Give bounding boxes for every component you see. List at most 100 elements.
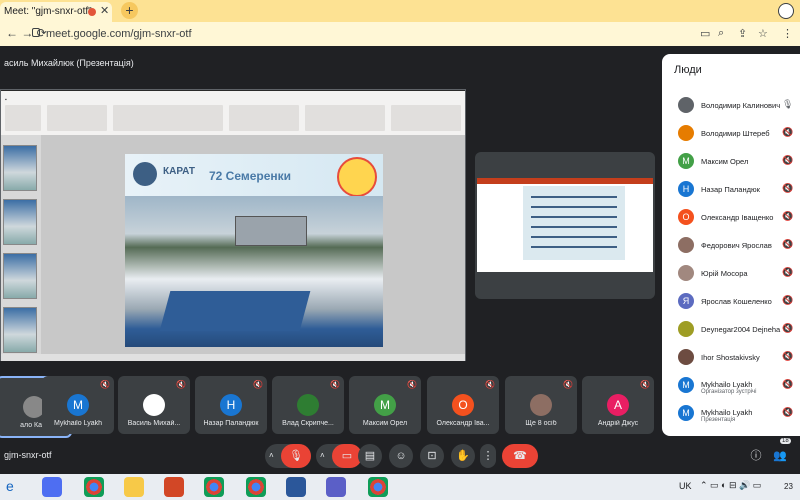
secondary-slide	[523, 186, 625, 260]
edge-icon[interactable]: e	[6, 478, 14, 494]
url-field[interactable]: meet.google.com/gjm-snxr-otf	[46, 28, 192, 40]
mic-status-icon[interactable]: 🔇	[782, 127, 793, 138]
meeting-code: gjm-snxr-otf	[4, 450, 52, 460]
mic-status-icon[interactable]: 🔇	[782, 323, 793, 334]
taskbar: e UK ⌃ ▭ ◐ ⊟ 🔊 ▭ 23	[0, 474, 800, 500]
more-dots-icon: ⋮	[482, 450, 494, 462]
emblem-icon	[337, 157, 377, 197]
participant-row[interactable]: Я Ярослав Кошеленко 🔇	[662, 288, 800, 316]
participant-tile[interactable]: О 🔇 Олександр Іва...	[427, 376, 499, 434]
participant-role: Організатор зустрічі	[701, 389, 757, 395]
mic-status-icon[interactable]: 🔇	[782, 379, 793, 390]
avatar	[678, 349, 694, 365]
mic-status-icon[interactable]: 🔇	[782, 267, 793, 278]
captions-button[interactable]: ▤	[358, 444, 382, 468]
participant-tile[interactable]: Н 🔇 Назар Паландюк	[195, 376, 267, 434]
powerpoint-icon[interactable]	[164, 477, 184, 497]
slide-thumbnail[interactable]	[3, 199, 37, 245]
mic-options-chevron-icon[interactable]: ˄	[269, 444, 274, 468]
mic-status-icon[interactable]: 🔇	[782, 295, 793, 306]
participant-row[interactable]: M Mykhailo Lyakh Організатор зустрічі 🔇	[662, 372, 800, 400]
tile-name: Влад Скрипче...	[282, 420, 334, 427]
bookmark-star-icon[interactable]: ☆	[758, 27, 768, 40]
slide-thumbnail[interactable]	[3, 253, 37, 299]
slide-thumbnail[interactable]	[3, 307, 37, 353]
participant-tile[interactable]: 🔇 Ще 8 осіб	[505, 376, 577, 434]
participant-row[interactable]: Deynegar2004 Dejneha 🔇	[662, 316, 800, 344]
participant-row[interactable]: Юрій Мосора 🔇	[662, 260, 800, 288]
slide-thumbnails	[1, 135, 41, 355]
mic-status-icon[interactable]: 🔇	[782, 407, 793, 418]
share-icon[interactable]: ⇪	[738, 27, 747, 40]
site-photo	[125, 196, 383, 347]
mic-status-icon[interactable]: 🔇	[782, 239, 793, 250]
participant-name: Олександр Іващенко	[701, 213, 774, 222]
participant-row[interactable]: Володимир Штереб 🔇	[662, 120, 800, 148]
participant-tile[interactable]: 🔇 Василь Михай...	[118, 376, 190, 434]
present-button[interactable]: ⊡	[420, 444, 444, 468]
leave-call-button[interactable]: ☎	[502, 444, 538, 468]
chrome-window-icon[interactable]	[368, 477, 388, 497]
camera-button-group[interactable]: ˄ ▭	[316, 444, 362, 468]
participant-row[interactable]: Федорович Ярослав 🔇	[662, 232, 800, 260]
tab-close-icon[interactable]: ✕	[100, 4, 109, 17]
file-explorer-icon[interactable]	[124, 477, 144, 497]
participant-row[interactable]: M Максим Орел 🔇	[662, 148, 800, 176]
account-icon[interactable]	[778, 3, 794, 19]
participant-tile[interactable]: M 🔇 Mykhailo Lyakh	[42, 376, 114, 434]
mic-status-icon[interactable]: 🎙	[782, 99, 793, 110]
mic-button-group[interactable]: ˄ 🎙	[265, 444, 311, 468]
participant-row[interactable]: Володимир Калинович 🎙	[662, 92, 800, 120]
slide-header: КАРАТ 72 Семеренки	[125, 154, 383, 197]
mic-muted-icon: 🔇	[563, 380, 573, 389]
word-icon[interactable]	[286, 477, 306, 497]
mic-status-icon[interactable]: 🔇	[782, 351, 793, 362]
mic-status-icon[interactable]: 🔇	[782, 211, 793, 222]
slide-thumbnail[interactable]	[3, 145, 37, 191]
navigation-icons[interactable]: ← → ⟳	[6, 26, 47, 40]
lock-icon[interactable]	[32, 28, 40, 37]
participant-name: Максим Орел	[701, 157, 749, 166]
install-icon[interactable]: ▭	[700, 27, 710, 40]
browser-tab[interactable]: Meet: "gjm-snxr-otf" ✕	[0, 2, 112, 22]
secondary-share-tile[interactable]	[475, 152, 655, 299]
captions-icon: ▤	[364, 450, 376, 462]
avatar: M	[678, 405, 694, 421]
chrome-window-icon[interactable]	[204, 477, 224, 497]
participant-tile[interactable]: M 🔇 Максим Орел	[349, 376, 421, 434]
emoji-icon: ☺	[395, 450, 407, 462]
meeting-info-button[interactable]: ⓘ	[746, 444, 766, 468]
zoom-icon[interactable]: ⌕	[718, 27, 724, 40]
participant-row[interactable]: Н Назар Паландюк 🔇	[662, 176, 800, 204]
participant-name: Mykhailo Lyakh	[701, 408, 753, 417]
participant-row[interactable]: О Олександр Іващенко 🔇	[662, 204, 800, 232]
more-options-button[interactable]: ⋮	[480, 444, 496, 468]
mic-status-icon[interactable]: 🔇	[782, 183, 793, 194]
new-tab-button[interactable]: +	[121, 2, 138, 19]
people-panel-title: Люди	[674, 64, 702, 76]
camera-options-chevron-icon[interactable]: ˄	[320, 444, 325, 468]
participant-row[interactable]: Ihor Shostakivsky 🔇	[662, 344, 800, 372]
tile-name: Назар Паландюк	[203, 420, 259, 427]
people-button[interactable]: 👥	[770, 444, 790, 468]
clock[interactable]: 23	[784, 482, 793, 491]
company-logo-text: КАРАТ	[163, 166, 195, 177]
people-list[interactable]: Володимир Калинович 🎙 Володимир Штереб 🔇 M Ма…	[662, 92, 800, 436]
mic-status-icon[interactable]: 🔇	[782, 155, 793, 166]
participant-row[interactable]: M Mykhailo Lyakh Презентація 🔇	[662, 400, 800, 428]
presenter-label: асиль Михайлюк (Презентація)	[4, 58, 134, 68]
participant-name: Ярослав Кошеленко	[701, 297, 772, 306]
raise-hand-button[interactable]: ✋	[451, 444, 475, 468]
participant-tile[interactable]: 🔇 Влад Скрипче...	[272, 376, 344, 434]
chrome-icon[interactable]	[84, 477, 104, 497]
keyboard-language[interactable]: UK	[679, 481, 692, 491]
tile-name: Mykhailo Lyakh	[54, 420, 102, 427]
chrome-window-icon[interactable]	[246, 477, 266, 497]
mic-off-icon[interactable]: 🎙	[281, 444, 311, 468]
tray-icons[interactable]: ⌃ ▭ ◐ ⊟ 🔊 ▭	[700, 480, 761, 491]
menu-dots-icon[interactable]: ⋮	[782, 27, 793, 40]
participant-tile[interactable]: А 🔇 Андрій Джус	[582, 376, 654, 434]
media-player-icon[interactable]	[42, 477, 62, 497]
emoji-button[interactable]: ☺	[389, 444, 413, 468]
teams-icon[interactable]	[326, 477, 346, 497]
